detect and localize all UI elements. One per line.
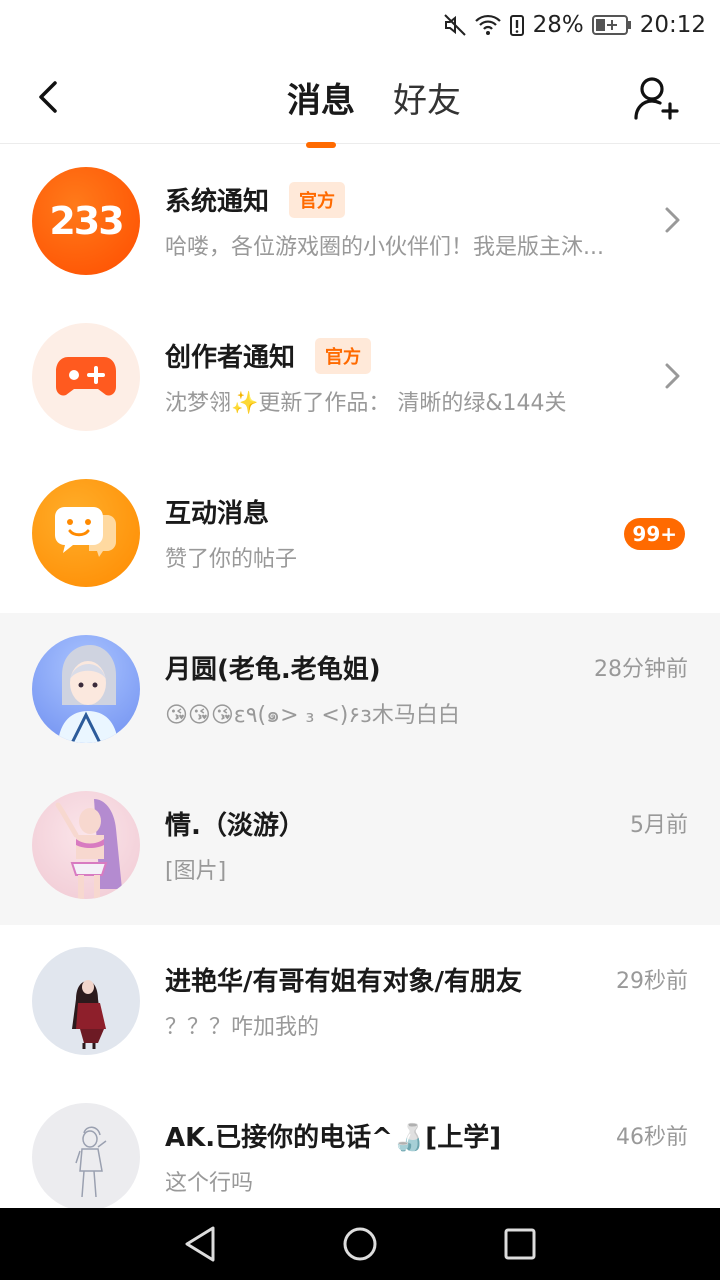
unread-count-badge: 99+ [624,518,685,550]
tab-friends[interactable]: 好友 [391,73,463,122]
square-recents-icon [504,1228,536,1260]
list-item-chat[interactable]: 进艳华/有哥有姐有对象/有朋友 ？？？咋加我的 29秒前 [0,925,720,1081]
triangle-back-icon [185,1226,215,1262]
avatar [32,635,140,743]
timestamp: 5月前 [630,813,688,838]
conversation-title: AK.已接你的电话^🍶[上学] [165,1123,502,1153]
list-item-chat[interactable]: 情.（淡游） [图片] 5月前 [0,769,720,925]
conversation-title: 进艳华/有哥有姐有对象/有朋友 [165,967,522,997]
conversation-title: 月圆(老龟.老龟姐) [165,655,381,685]
clock: 20:12 [639,12,706,38]
conversation-preview: 😘😘😘ε٩(๑> ₃ <)۶з木马白白 [165,703,460,728]
conversation-preview: [图片] [165,859,227,884]
conversation-preview: 赞了你的帖子 [165,547,298,572]
sketch-character-avatar-image [75,1126,107,1198]
status-bar: 28% 20:12 [0,0,720,50]
nav-home-button[interactable] [340,1224,380,1264]
add-friend-button[interactable] [632,74,680,122]
anime-character-avatar-image [72,980,106,1049]
tab-bar: 消息 好友 [0,50,720,148]
gamepad-icon [56,357,116,396]
chevron-right-icon [665,363,680,389]
list-item-creator-notice[interactable]: 创作者通知 官方 沈梦翎✨更新了作品： 清晰的绿&144关 [0,301,720,457]
mute-icon [443,13,467,37]
system-notice-avatar: 233 [32,167,140,275]
nav-recents-button[interactable] [500,1224,540,1264]
list-item-system-notice[interactable]: 233 系统通知 官方 哈喽，各位游戏圈的小伙伴们！我是版主沐... [0,145,720,301]
circle-home-icon [343,1227,377,1261]
system-nav-bar [0,1208,720,1280]
timestamp: 29秒前 [616,969,688,994]
conversation-list: 233 系统通知 官方 哈喽，各位游戏圈的小伙伴们！我是版主沐... 创作者通知… [0,145,720,1237]
timestamp: 46秒前 [616,1125,688,1150]
header: 消息 好友 [0,50,720,148]
conversation-preview: 哈喽，各位游戏圈的小伙伴们！我是版主沐... [165,235,604,260]
conversation-title: 情.（淡游） [165,811,305,841]
add-user-icon [634,77,679,120]
chat-bubble-icon [55,507,116,557]
timestamp: 28分钟前 [594,657,688,682]
official-badge: 官方 [289,181,346,218]
avatar [32,947,140,1055]
chevron-right-icon [665,207,680,233]
battery-charging-icon [591,14,632,36]
nav-back-button[interactable] [180,1224,220,1264]
list-item-interaction[interactable]: 互动消息 赞了你的帖子 99+ [0,457,720,613]
conversation-title: 互动消息 [165,499,270,529]
list-item-chat[interactable]: 月圆(老龟.老龟姐) 😘😘😘ε٩(๑> ₃ <)۶з木马白白 28分钟前 [0,613,720,769]
interaction-avatar [32,479,140,587]
conversation-title: 系统通知 官方 [165,181,346,218]
conversation-preview: ？？？咋加我的 [165,1015,320,1040]
avatar [32,1103,140,1211]
anime-girl-avatar-image [55,799,122,899]
battery-alert-icon [509,13,525,37]
conversation-preview: 沈梦翎✨更新了作品： 清晰的绿&144关 [165,391,567,416]
avatar [32,791,140,899]
battery-percent: 28% [532,12,584,38]
wifi-icon [474,14,501,36]
creator-notice-avatar [32,323,140,431]
anime-girl-avatar-image [58,645,118,743]
conversation-title: 创作者通知 官方 [165,337,372,374]
233-logo-icon: 233 [49,199,124,243]
tab-messages[interactable]: 消息 [285,73,357,148]
official-badge: 官方 [315,337,372,374]
conversation-preview: 这个行吗 [165,1171,254,1196]
